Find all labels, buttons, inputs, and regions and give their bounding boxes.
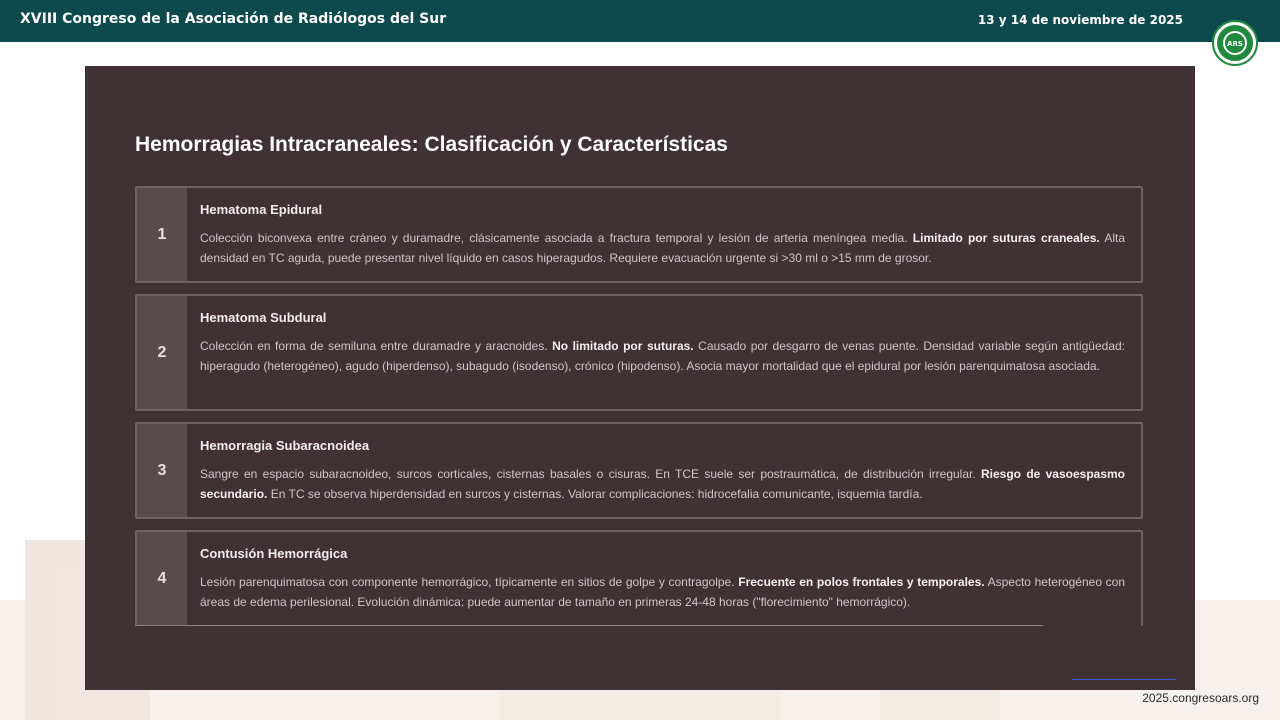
card-text: Lesión parenquimatosa con componente hem… (200, 575, 735, 589)
card-description: Sangre en espacio subaracnoideo, surcos … (200, 464, 1125, 504)
congress-date: 13 y 14 de noviembre de 2025 (977, 13, 1183, 27)
card-text: Colección biconvexa entre cráneo y duram… (200, 231, 908, 245)
card-description: Colección biconvexa entre cráneo y duram… (200, 228, 1125, 268)
card-hematoma-subdural: 2 Hematoma Subdural Colección en forma d… (135, 294, 1143, 411)
card-bottom-divider (135, 625, 1043, 626)
card-heading: Hemorragia Subaracnoidea (200, 438, 370, 453)
logo-text: ARS (1227, 40, 1243, 48)
slide-panel: Hemorragias Intracraneales: Clasificació… (85, 66, 1195, 690)
card-description: Lesión parenquimatosa con componente hem… (200, 572, 1125, 612)
card-number: 1 (137, 188, 187, 281)
card-text: Sangre en espacio subaracnoideo, surcos … (200, 467, 976, 481)
card-heading: Contusión Hemorrágica (200, 546, 348, 561)
card-emphasis: Frecuente en polos frontales y temporale… (738, 575, 985, 589)
congress-title: XVIII Congreso de la Asociación de Radió… (20, 11, 447, 27)
card-emphasis: No limitado por suturas. (552, 339, 694, 353)
card-hematoma-epidural: 1 Hematoma Epidural Colección biconvexa … (135, 186, 1143, 283)
card-hemorragia-subaracnoidea: 3 Hemorragia Subaracnoidea Sangre en esp… (135, 422, 1143, 519)
header-bar: XVIII Congreso de la Asociación de Radió… (0, 0, 1280, 42)
card-contusion-hemorragica: 4 Contusión Hemorrágica Lesión parenquim… (135, 530, 1143, 626)
card-heading: Hematoma Subdural (200, 310, 327, 325)
card-number: 2 (137, 296, 187, 409)
card-emphasis: Limitado por suturas craneales. (912, 231, 1100, 245)
card-description: Colección en forma de semiluna entre dur… (200, 336, 1125, 376)
ars-logo: ARS (1212, 20, 1258, 66)
footer-url[interactable]: 2025.congresoars.org (1142, 691, 1259, 705)
card-text: Colección en forma de semiluna entre dur… (200, 339, 548, 353)
card-text: En TC se observa hiperdensidad en surcos… (270, 487, 923, 501)
card-number: 3 (137, 424, 187, 517)
card-heading: Hematoma Epidural (200, 202, 323, 217)
link-underline (1072, 679, 1176, 680)
card-number: 4 (137, 532, 187, 626)
slide-title: Hemorragias Intracraneales: Clasificació… (135, 133, 728, 156)
